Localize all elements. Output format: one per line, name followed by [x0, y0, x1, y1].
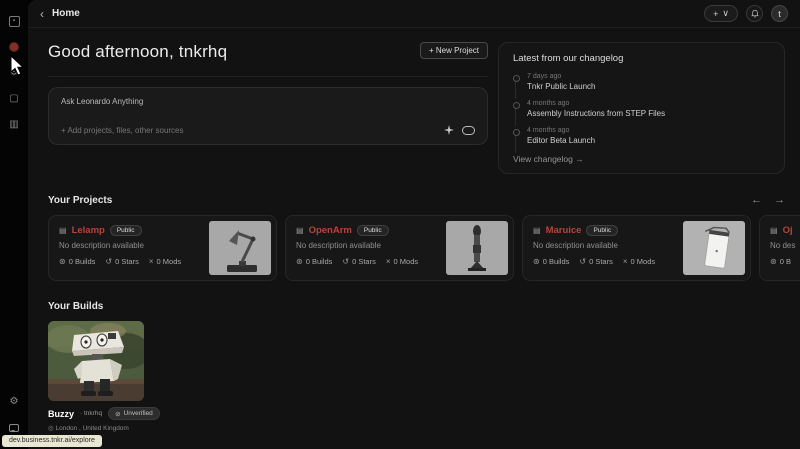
- project-description: No description available: [296, 241, 440, 250]
- changelog-item: 7 days ago Tnkr Public Launch: [513, 73, 770, 91]
- project-description: No des: [770, 241, 800, 250]
- plus-icon: +: [713, 9, 718, 19]
- projects-row: ▤ Lelamp Public No description available…: [48, 215, 800, 281]
- visibility-badge: Public: [357, 225, 389, 236]
- page-title: Good afternoon, tnkrhq: [48, 42, 227, 62]
- builds-icon: ⊛: [533, 257, 540, 266]
- carousel-right-icon[interactable]: →: [774, 194, 785, 206]
- changelog-time: 4 months ago: [527, 100, 770, 107]
- build-thumbnail-robot[interactable]: [48, 321, 144, 401]
- changelog-time: 7 days ago: [527, 73, 770, 80]
- builds-icon: ⊛: [296, 257, 303, 266]
- build-name[interactable]: Buzzy: [48, 409, 74, 419]
- builds-count: 0 Builds: [69, 257, 96, 266]
- visibility-badge: Public: [586, 225, 618, 236]
- ask-input[interactable]: Ask Leonardo Anything: [61, 97, 475, 106]
- breadcrumb[interactable]: Home: [52, 8, 80, 19]
- project-description: No description available: [533, 241, 677, 250]
- project-icon: ▤: [533, 226, 541, 235]
- chevron-down-icon: ∨: [722, 8, 729, 19]
- stars-count: 0 Stars: [115, 257, 139, 266]
- mods-count: 0 Mods: [394, 257, 419, 266]
- changelog-entry: Editor Beta Launch: [527, 136, 770, 145]
- project-icon: ▤: [770, 226, 778, 235]
- left-sidebar: ▪ ⚙ ▢ ▥ ⚙: [0, 0, 28, 449]
- builds-count: 0 B: [780, 257, 791, 266]
- mods-count: 0 Mods: [157, 257, 182, 266]
- builds-icon: ⊛: [59, 257, 66, 266]
- quick-add-button[interactable]: + ∨: [704, 5, 738, 22]
- mods-icon: ×: [386, 257, 391, 266]
- topbar: ‹ Home + ∨ t: [28, 0, 800, 28]
- builds-section-title: Your Builds: [48, 301, 103, 312]
- builds-count: 0 Builds: [306, 257, 333, 266]
- carousel-left-icon[interactable]: ←: [751, 194, 762, 206]
- build-card-buzzy[interactable]: Buzzy · tnkrhq ⊘Unverified ◎ London , Un…: [48, 321, 144, 432]
- changelog-item: 4 months ago Assembly Instructions from …: [513, 100, 770, 118]
- archive-icon[interactable]: ▥: [7, 118, 21, 132]
- project-thumbnail-device: [683, 221, 745, 275]
- settings-icon[interactable]: ⚙: [7, 66, 21, 80]
- record-indicator-icon[interactable]: [7, 40, 21, 54]
- verification-badge: ⊘Unverified: [108, 407, 160, 420]
- changelog-time: 4 months ago: [527, 127, 770, 134]
- project-description: No description available: [59, 241, 203, 250]
- builds-count: 0 Builds: [543, 257, 570, 266]
- mods-count: 0 Mods: [631, 257, 656, 266]
- voice-chat-icon[interactable]: [462, 126, 475, 135]
- stars-count: 0 Stars: [589, 257, 613, 266]
- content-area: Good afternoon, tnkrhq + New Project Ask…: [28, 28, 800, 449]
- projects-section-title: Your Projects: [48, 195, 112, 206]
- mods-icon: ×: [623, 257, 628, 266]
- visibility-badge: Public: [110, 225, 142, 236]
- stars-count: 0 Stars: [352, 257, 376, 266]
- changelog-item: 4 months ago Editor Beta Launch: [513, 127, 770, 145]
- project-card-maruice[interactable]: ▤ Maruice Public No description availabl…: [522, 215, 751, 281]
- notifications-button[interactable]: [746, 5, 763, 22]
- stars-icon: ↺: [105, 257, 112, 266]
- project-name[interactable]: Lelamp: [72, 225, 105, 236]
- project-icon: ▤: [296, 226, 304, 235]
- stars-icon: ↺: [579, 257, 586, 266]
- main-panel: ‹ Home + ∨ t Good afternoon, tnkrhq: [28, 0, 800, 449]
- mods-icon: ×: [149, 257, 154, 266]
- avatar[interactable]: t: [771, 5, 788, 22]
- project-thumbnail-lamp: [209, 221, 271, 275]
- project-thumbnail-arm: [446, 221, 508, 275]
- divider: [48, 76, 488, 77]
- view-changelog-link[interactable]: View changelog →: [513, 154, 770, 164]
- back-button[interactable]: ‹: [40, 7, 44, 21]
- user-icon[interactable]: ▢: [7, 92, 21, 106]
- sparkle-icon[interactable]: [444, 125, 454, 135]
- chat-icon[interactable]: [7, 421, 21, 435]
- changelog-panel: Latest from our changelog 7 days ago Tnk…: [498, 42, 785, 174]
- add-sources-button[interactable]: + Add projects, files, other sources: [61, 126, 184, 135]
- location-pin-icon: ◎: [48, 425, 54, 432]
- app-logo-icon[interactable]: ▪: [7, 14, 21, 28]
- project-name[interactable]: Maruice: [546, 225, 582, 236]
- app-window: ▪ ⚙ ▢ ▥ ⚙ ‹ Home + ∨ t: [0, 0, 800, 449]
- link-preview-statusbar: dev.business.tnkr.ai/explore: [2, 435, 102, 447]
- project-card-lelamp[interactable]: ▤ Lelamp Public No description available…: [48, 215, 277, 281]
- new-project-button[interactable]: + New Project: [420, 42, 488, 59]
- project-name[interactable]: Oj: [783, 225, 793, 236]
- project-card-openarm[interactable]: ▤ OpenArm Public No description availabl…: [285, 215, 514, 281]
- builds-icon: ⊛: [770, 257, 777, 266]
- changelog-title: Latest from our changelog: [513, 53, 770, 64]
- changelog-entry: Tnkr Public Launch: [527, 82, 770, 91]
- changelog-entry: Assembly Instructions from STEP Files: [527, 109, 770, 118]
- build-location: ◎ London , United Kingdom: [48, 424, 144, 432]
- unverified-icon: ⊘: [115, 410, 120, 418]
- build-owner[interactable]: · tnkrhq: [80, 410, 102, 417]
- project-card-partial[interactable]: ▤ Oj No des ⊛0 B: [759, 215, 800, 281]
- stars-icon: ↺: [342, 257, 349, 266]
- project-icon: ▤: [59, 226, 67, 235]
- ask-leonardo-panel[interactable]: Ask Leonardo Anything + Add projects, fi…: [48, 87, 488, 145]
- settings-bottom-icon[interactable]: ⚙: [7, 395, 21, 409]
- project-name[interactable]: OpenArm: [309, 225, 352, 236]
- bell-icon: [750, 9, 760, 19]
